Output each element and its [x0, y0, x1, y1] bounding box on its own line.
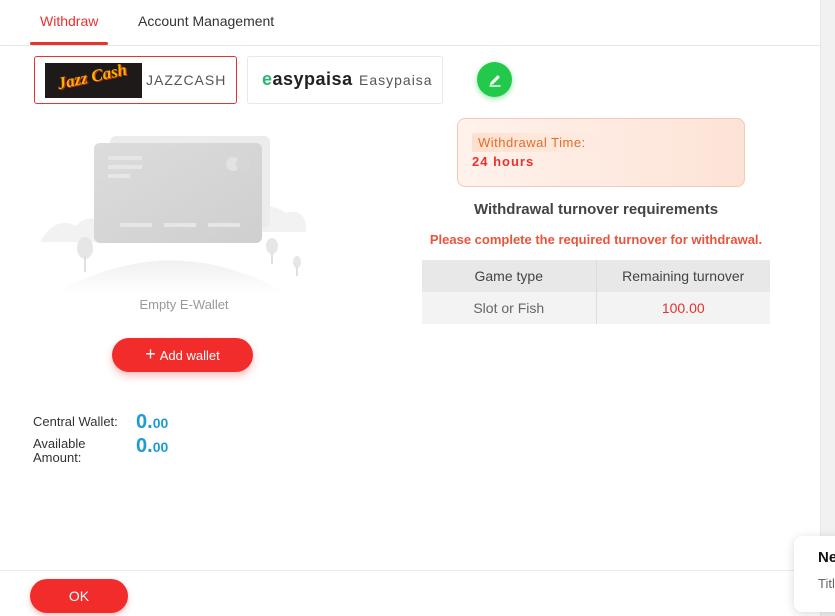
- table-cell-remaining-turnover: 100.00: [596, 292, 770, 324]
- add-wallet-button[interactable]: + Add wallet: [112, 338, 253, 372]
- withdrawal-time-label: Withdrawal Time:: [472, 133, 602, 152]
- channel-easypaisa-label: Easypaisa: [359, 72, 433, 88]
- tab-withdraw[interactable]: Withdraw: [40, 13, 98, 29]
- add-wallet-label: Add wallet: [159, 347, 220, 363]
- active-tab-indicator: [30, 42, 108, 45]
- turnover-note: Please complete the required turnover fo…: [429, 232, 763, 247]
- notification-title: Ne: [818, 549, 835, 566]
- available-amount-value: 0.00: [136, 435, 169, 457]
- channel-easypaisa[interactable]: easypaisa Easypaisa: [247, 56, 443, 104]
- pencil-icon: [489, 74, 500, 87]
- channel-jazzcash[interactable]: Jazz Cash JAZZCASH: [34, 56, 237, 104]
- plus-icon: +: [145, 344, 156, 364]
- tab-bar: Withdraw Account Management: [0, 0, 820, 46]
- withdrawal-time-value: 24 hours: [472, 154, 535, 169]
- central-wallet-value: 0.00: [136, 411, 169, 433]
- empty-wallet-illustration: [41, 136, 306, 293]
- withdrawal-time-box: Withdrawal Time: 24 hours: [457, 118, 745, 187]
- notification-subtitle: Titl: [818, 576, 835, 591]
- easypaisa-logo: easypaisa: [262, 69, 353, 89]
- table-cell-game-type: Slot or Fish: [422, 292, 597, 324]
- table-header-remaining-turnover: Remaining turnover: [596, 260, 770, 292]
- notification-card[interactable]: Ne Titl: [794, 536, 835, 612]
- edit-channel-button[interactable]: [477, 62, 512, 97]
- table-row: Slot or Fish 100.00: [422, 292, 770, 324]
- tab-account-management[interactable]: Account Management: [138, 13, 274, 29]
- jazzcash-logo: Jazz Cash: [45, 63, 142, 98]
- table-header-game-type: Game type: [422, 260, 597, 292]
- page-scrollbar[interactable]: [820, 0, 835, 616]
- turnover-table: Game type Remaining turnover Slot or Fis…: [422, 260, 770, 324]
- channel-jazzcash-label: JAZZCASH: [146, 72, 227, 88]
- central-wallet-label: Central Wallet:: [33, 414, 118, 429]
- available-amount-label: Available Amount:: [33, 436, 86, 465]
- turnover-title: Withdrawal turnover requirements: [473, 201, 719, 218]
- empty-wallet-text: Empty E-Wallet: [139, 297, 229, 312]
- ok-button[interactable]: OK: [30, 579, 128, 613]
